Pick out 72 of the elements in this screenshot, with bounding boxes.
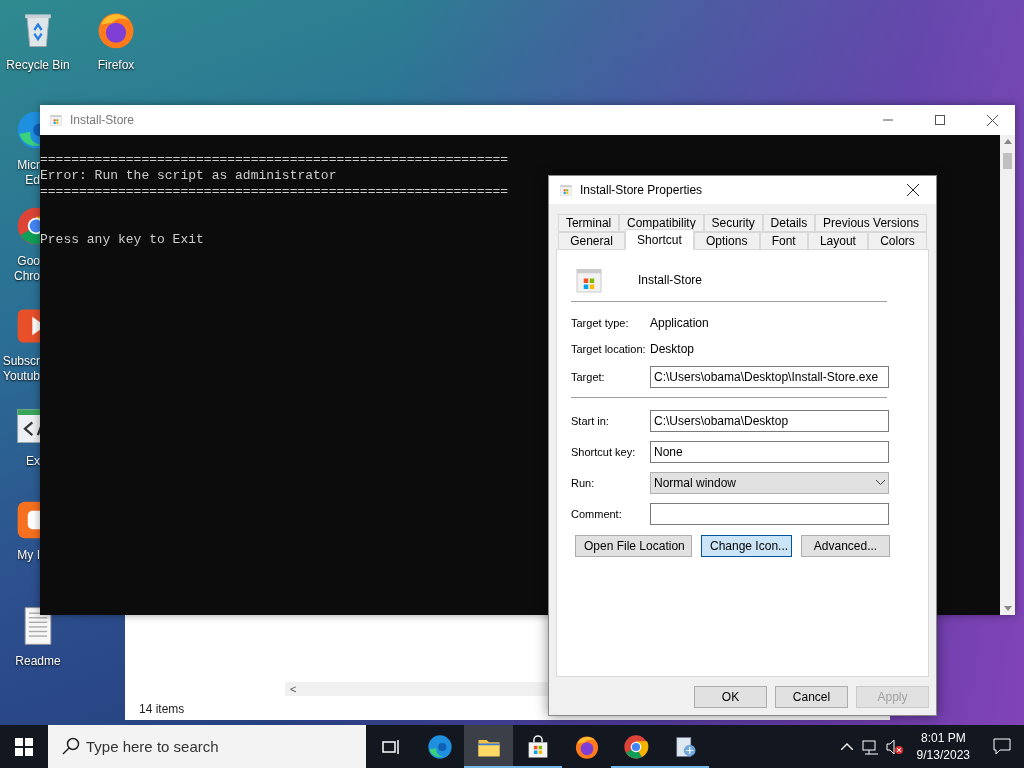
tab[interactable]: Compatibility — [619, 214, 704, 232]
chevron-up-icon — [840, 743, 853, 750]
field-label: Shortcut key: — [571, 445, 637, 458]
tab[interactable]: Font — [759, 232, 808, 250]
field-label: Start in: — [571, 414, 610, 427]
tab[interactable]: Options — [693, 232, 760, 250]
browser-icon — [621, 732, 650, 761]
app-name: Install-Store — [638, 273, 703, 287]
close-icon — [907, 184, 919, 196]
field-value: Application — [650, 316, 709, 330]
message-icon — [993, 738, 1011, 755]
search-field[interactable]: Type here to search — [48, 725, 366, 768]
icon-label: Readme — [15, 654, 61, 668]
taskbar-app-button[interactable] — [464, 725, 513, 768]
field-label: Target: — [571, 371, 606, 383]
tab[interactable]: Terminal — [558, 214, 620, 232]
tab[interactable]: Previous Versions — [815, 214, 927, 232]
console-line: Press any key to Exit — [40, 232, 204, 248]
console-line: ============================================================ — [40, 184, 509, 200]
input-field[interactable]: None — [650, 440, 889, 463]
icon-label: Subscr — [2, 354, 40, 369]
input-field[interactable]: C:\Users\obama\Desktop\Install-Store.exe — [650, 366, 889, 388]
tab[interactable]: Shortcut — [624, 229, 694, 250]
dialog-button[interactable]: OK — [694, 686, 767, 708]
dialog-button[interactable]: Advanced... — [801, 535, 890, 557]
icon-label: Recycle Bin — [6, 58, 70, 72]
maximize-icon — [935, 115, 945, 125]
window-title: Install-Store — [70, 113, 136, 127]
scroll-up-icon[interactable] — [1003, 139, 1012, 144]
icon-label: Ed — [25, 173, 40, 188]
dialog-button[interactable]: Change Icon... — [701, 535, 792, 557]
browser-icon — [425, 732, 454, 761]
dialog-button[interactable]: Open File Location — [575, 535, 692, 557]
input-field[interactable]: C:\Users\obama\Desktop — [650, 409, 889, 432]
dialog-button[interactable]: Cancel — [775, 686, 848, 708]
icon-label: Firefox — [97, 58, 135, 72]
vertical-scrollbar[interactable] — [1000, 135, 1015, 615]
close-icon — [986, 114, 998, 126]
clock[interactable]: 8:01 PM 9/13/2023 — [906, 729, 980, 764]
icon-label: My I — [17, 548, 40, 563]
dropdown[interactable]: Normal window — [650, 471, 889, 494]
tab[interactable]: Security — [703, 214, 763, 232]
dialog-title: Install-Store Properties — [580, 183, 704, 197]
tab[interactable]: Layout — [807, 232, 869, 250]
tab[interactable]: Details — [762, 214, 816, 232]
scroll-down-icon[interactable] — [1003, 606, 1012, 611]
app-icon — [48, 112, 64, 128]
network-icon — [861, 738, 880, 755]
scroll-thumb[interactable] — [1003, 153, 1012, 169]
tab[interactable]: General — [558, 232, 625, 250]
field-label: Comment: — [571, 507, 623, 520]
chevron-down-icon — [876, 480, 885, 485]
icon-label: Chro — [14, 269, 40, 284]
icon-label: Goo — [17, 254, 40, 269]
app-icon — [558, 182, 574, 198]
field-label: Run: — [571, 476, 596, 489]
windows-logo-icon — [15, 737, 33, 756]
field-label: Target location: — [571, 343, 647, 355]
search-icon — [62, 737, 80, 755]
scroll-left-arrow[interactable]: < — [285, 683, 302, 695]
field-label: Target type: — [571, 317, 630, 329]
icon-label: Ex — [26, 454, 40, 469]
console-line: Error: Run the script as administrator — [40, 168, 337, 184]
status-text: 14 items — [139, 702, 185, 716]
muted-speaker-icon — [885, 738, 904, 755]
input-field[interactable] — [650, 502, 889, 525]
icon-label: Micr — [17, 158, 40, 173]
console-line: ============================================================ — [40, 152, 509, 167]
tab[interactable]: Colors — [868, 232, 927, 250]
task-view-icon — [381, 738, 400, 755]
field-value: Desktop — [650, 342, 695, 356]
icon-label: Youtub — [3, 369, 40, 384]
